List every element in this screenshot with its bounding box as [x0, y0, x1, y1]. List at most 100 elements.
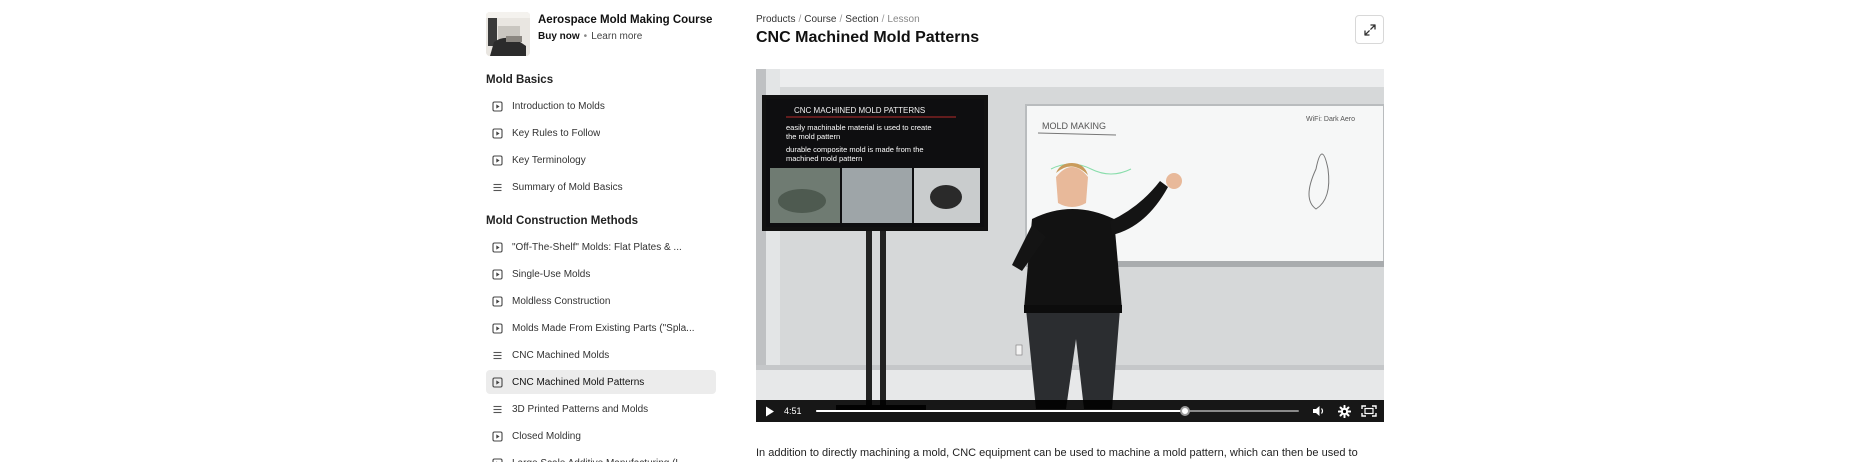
lesson-label: Single-Use Molds	[512, 268, 591, 280]
learn-more-link[interactable]: Learn more	[591, 31, 642, 42]
course-thumbnail-image	[486, 12, 530, 56]
lesson-item[interactable]: CNC Machined Molds	[486, 343, 716, 367]
breadcrumb-separator: /	[798, 14, 802, 25]
section-title: Mold Basics	[486, 74, 554, 86]
fullscreen-icon	[1361, 405, 1377, 417]
lesson-type-icon	[492, 376, 503, 388]
play-square-icon	[492, 154, 503, 166]
lesson-item[interactable]: Introduction to Molds	[486, 94, 716, 118]
lesson-label: Introduction to Molds	[512, 100, 605, 112]
lesson-label: "Off-The-Shelf" Molds: Flat Plates & ...	[512, 241, 682, 253]
lesson-item[interactable]: Moldless Construction	[486, 289, 716, 313]
seek-bar[interactable]	[816, 406, 1299, 416]
slide-title: CNC MACHINED MOLD PATTERNS	[794, 106, 925, 115]
play-square-icon	[492, 268, 503, 280]
lesson-type-icon	[492, 268, 503, 280]
section-mold-construction-methods: Mold Construction Methods "Off-The-Shelf…	[486, 213, 716, 462]
play-square-icon	[492, 295, 503, 307]
lesson-label: Closed Molding	[512, 430, 581, 442]
lesson-type-icon	[492, 350, 503, 361]
video-player[interactable]: MOLD MAKING WiFi: Dark Aero CNC MACHINED…	[756, 69, 1384, 422]
whiteboard-heading: MOLD MAKING	[1042, 121, 1106, 131]
breadcrumb-separator: /	[839, 14, 843, 25]
lesson-label: 3D Printed Patterns and Molds	[512, 403, 649, 415]
lesson-item-active[interactable]: CNC Machined Mold Patterns	[486, 370, 716, 394]
seek-thumb[interactable]	[1180, 406, 1190, 416]
lesson-type-icon	[492, 295, 503, 307]
course-links: Buy now • Learn more	[538, 31, 712, 43]
lesson-type-icon	[492, 241, 503, 253]
breadcrumb-course[interactable]: Course	[804, 14, 836, 25]
video-controls: 4:51	[756, 400, 1384, 422]
lesson-type-icon	[492, 182, 503, 193]
volume-button[interactable]	[1311, 404, 1325, 418]
play-square-icon	[492, 241, 503, 253]
lesson-type-icon	[492, 404, 503, 415]
play-square-icon	[492, 127, 503, 139]
course-meta: Aerospace Mold Making Course Buy now • Lea…	[538, 12, 712, 56]
lesson-label: Moldless Construction	[512, 295, 611, 307]
expand-button[interactable]	[1355, 15, 1384, 44]
lesson-label: Key Rules to Follow	[512, 127, 601, 139]
seek-progress	[816, 410, 1185, 412]
lesson-list: Introduction to Molds Key Rules to Follow…	[486, 94, 716, 199]
slide-line: machined mold pattern	[786, 154, 862, 163]
lesson-item[interactable]: 3D Printed Patterns and Molds	[486, 397, 716, 421]
lesson-label: Summary of Mold Basics	[512, 181, 623, 193]
lesson-item[interactable]: Large Scale Additive Manufacturing (L...	[486, 451, 716, 462]
lesson-type-icon	[492, 322, 503, 334]
lesson-label: CNC Machined Molds	[512, 349, 610, 361]
lesson-type-icon	[492, 430, 503, 442]
play-square-icon	[492, 457, 503, 462]
lesson-label: CNC Machined Mold Patterns	[512, 376, 645, 388]
course-header: Aerospace Mold Making Course Buy now • Lea…	[486, 12, 716, 56]
volume-icon	[1312, 406, 1323, 416]
play-icon	[766, 406, 774, 416]
lesson-item[interactable]: Key Terminology	[486, 148, 716, 172]
section-title: Mold Construction Methods	[486, 215, 639, 227]
lesson-item[interactable]: Single-Use Molds	[486, 262, 716, 286]
lesson-type-icon	[492, 100, 503, 112]
play-square-icon	[492, 322, 503, 334]
play-square-icon	[492, 100, 503, 112]
fullscreen-button[interactable]	[1361, 404, 1377, 418]
play-square-icon	[492, 376, 503, 388]
play-button[interactable]	[764, 405, 776, 417]
course-thumbnail[interactable]	[486, 12, 530, 56]
video-frame: MOLD MAKING WiFi: Dark Aero CNC MACHINED…	[756, 69, 1384, 422]
lesson-type-icon	[492, 154, 503, 166]
course-links-separator: •	[583, 31, 588, 42]
lesson-body-text: In addition to directly machining a mold…	[756, 447, 1358, 459]
lesson-label: Large Scale Additive Manufacturing (L...	[512, 458, 689, 462]
breadcrumb-products[interactable]: Products	[756, 14, 795, 25]
lesson-item[interactable]: Summary of Mold Basics	[486, 175, 716, 199]
expand-arrows-icon	[1363, 23, 1376, 36]
breadcrumb-lesson: Lesson	[887, 14, 920, 25]
lesson-type-icon	[492, 457, 503, 462]
text-lines-icon	[493, 183, 502, 191]
buy-now-link[interactable]: Buy now	[538, 31, 580, 42]
settings-button[interactable]	[1337, 404, 1351, 418]
course-title: Aerospace Mold Making Course	[538, 14, 713, 26]
text-lines-icon	[493, 351, 502, 359]
whiteboard-note: WiFi: Dark Aero	[1306, 116, 1355, 123]
section-mold-basics: Mold Basics Introduction to Molds Key Rul…	[486, 72, 716, 202]
lesson-item[interactable]: "Off-The-Shelf" Molds: Flat Plates & ...	[486, 235, 716, 259]
slide-line: easily machinable material is used to cr…	[786, 123, 932, 132]
breadcrumb: Products / Course / Section / Lesson	[756, 14, 920, 26]
breadcrumb-section[interactable]: Section	[845, 14, 878, 25]
breadcrumb-separator: /	[881, 14, 885, 25]
lesson-label: Key Terminology	[512, 154, 586, 166]
play-square-icon	[492, 430, 503, 442]
page-title: CNC Machined Mold Patterns	[756, 29, 980, 46]
text-lines-icon	[493, 405, 502, 413]
slide-line: the mold pattern	[786, 132, 840, 141]
lesson-item[interactable]: Key Rules to Follow	[486, 121, 716, 145]
lesson-list: "Off-The-Shelf" Molds: Flat Plates & ...…	[486, 235, 716, 462]
lesson-item[interactable]: Molds Made From Existing Parts ("Spla...	[486, 316, 716, 340]
lesson-item[interactable]: Closed Molding	[486, 424, 716, 448]
lesson-label: Molds Made From Existing Parts ("Spla...	[512, 322, 695, 334]
lesson-type-icon	[492, 127, 503, 139]
time-label: 4:51	[784, 406, 802, 416]
slide-line: durable composite mold is made from the	[786, 145, 924, 154]
